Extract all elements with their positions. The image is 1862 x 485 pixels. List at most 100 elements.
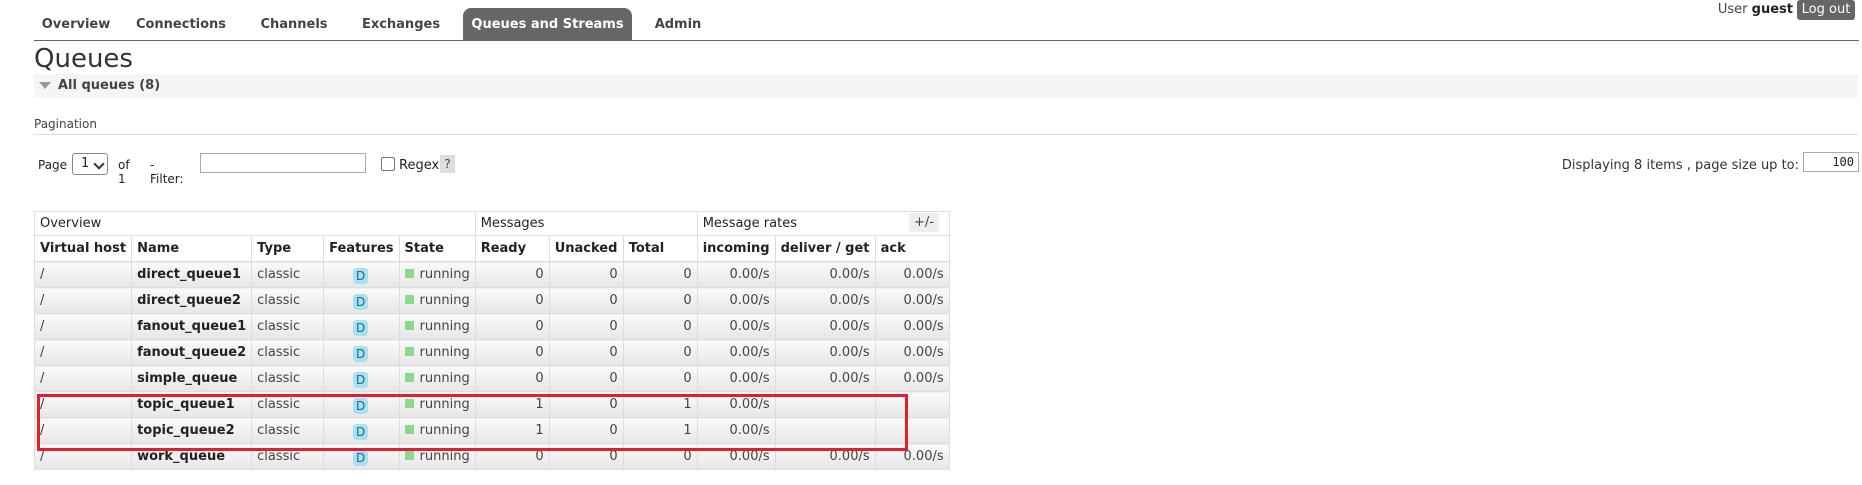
queue-name-link[interactable]: simple_queue [131, 365, 253, 392]
cell-features: D [323, 365, 400, 392]
tab-queues-and-streams[interactable]: Queues and Streams [463, 8, 632, 40]
queue-name-link[interactable]: fanout_queue1 [131, 313, 253, 340]
col-total[interactable]: Total [622, 235, 698, 262]
cell-type: classic [251, 365, 325, 392]
cell-ack: 0.00/s [874, 261, 950, 288]
group-header-messages: Messages [474, 211, 698, 236]
table-row[interactable]: / fanout_queue1 classic Drunning 0 0 0 0.00/s 0.… [33, 313, 950, 340]
cell-unacked: 0 [548, 417, 624, 444]
cell-state: running [398, 391, 476, 418]
cell-state: running [398, 339, 476, 366]
tab-channels[interactable]: Channels [246, 8, 342, 40]
queues-table: Overview Messages Message rates Virtual … [33, 211, 950, 470]
state-label: running [419, 449, 470, 464]
regex-label: Regex [399, 158, 440, 173]
state-indicator-icon [404, 451, 414, 460]
queue-name-link[interactable]: direct_queue1 [131, 261, 253, 288]
col-deliver-get[interactable]: deliver / get [774, 235, 876, 262]
collapse-triangle-icon [39, 82, 51, 89]
all-queues-section-toggle[interactable]: All queues (8) [34, 74, 1858, 98]
top-nav: Overview Connections Channels Exchanges … [34, 0, 1859, 41]
cell-deliver-get: 0.00/s [774, 287, 876, 314]
cell-virtual-host: / [33, 287, 133, 314]
tab-connections[interactable]: Connections [122, 8, 240, 40]
help-button[interactable]: ? [440, 155, 455, 173]
cell-ready: 1 [474, 391, 550, 418]
queue-name-link[interactable]: work_queue [131, 443, 253, 470]
cell-virtual-host: / [33, 261, 133, 288]
state-indicator-icon [404, 373, 414, 382]
cell-deliver-get: 0.00/s [774, 339, 876, 366]
cell-state: running [398, 443, 476, 470]
state-indicator-icon [404, 347, 414, 356]
col-state[interactable]: State [398, 235, 476, 262]
durable-badge: D [353, 423, 369, 440]
state-label: running [419, 319, 470, 334]
cell-ack [874, 417, 950, 444]
cell-features: D [323, 313, 400, 340]
tab-overview[interactable]: Overview [34, 8, 118, 40]
display-info: Displaying 8 items , page size up to: [1561, 158, 1799, 173]
col-type[interactable]: Type [251, 235, 325, 262]
logout-button[interactable]: Log out [1797, 0, 1855, 20]
cell-unacked: 0 [548, 339, 624, 366]
cell-state: running [398, 287, 476, 314]
queue-name-link[interactable]: direct_queue2 [131, 287, 253, 314]
table-row[interactable]: / simple_queue classic Drunning 0 0 0 0.00/s 0.0… [33, 365, 950, 392]
col-virtual-host[interactable]: Virtual host [33, 235, 133, 262]
cell-features: D [323, 417, 400, 444]
cell-state: running [398, 313, 476, 340]
state-label: running [419, 345, 470, 360]
cell-virtual-host: / [33, 339, 133, 366]
cell-incoming: 0.00/s [696, 443, 776, 470]
cell-ack [874, 391, 950, 418]
filter-label: - Filter: [150, 158, 184, 186]
col-ready[interactable]: Ready [474, 235, 550, 262]
cell-type: classic [251, 443, 325, 470]
col-ack[interactable]: ack [874, 235, 950, 262]
durable-badge: D [353, 293, 369, 310]
cell-incoming: 0.00/s [696, 287, 776, 314]
cell-deliver-get: 0.00/s [774, 313, 876, 340]
state-label: running [419, 423, 470, 438]
state-indicator-icon [404, 399, 414, 408]
regex-checkbox[interactable] [381, 157, 395, 171]
cell-incoming: 0.00/s [696, 261, 776, 288]
page-size-input[interactable]: 100 [1803, 152, 1859, 172]
table-row[interactable]: / direct_queue2 classic Drunning 0 0 0 0.00/s 0.… [33, 287, 950, 314]
cell-deliver-get: 0.00/s [774, 261, 876, 288]
tab-exchanges[interactable]: Exchanges [346, 8, 456, 40]
state-indicator-icon [404, 321, 414, 330]
page-select[interactable]: 1 [72, 153, 108, 175]
col-name[interactable]: Name [131, 235, 253, 262]
cell-type: classic [251, 391, 325, 418]
cell-ready: 0 [474, 261, 550, 288]
table-row[interactable]: / fanout_queue2 classic Drunning 0 0 0 0.00/s 0.… [33, 339, 950, 366]
cell-virtual-host: / [33, 391, 133, 418]
col-incoming[interactable]: incoming [696, 235, 776, 262]
cell-ready: 0 [474, 287, 550, 314]
col-features[interactable]: Features [323, 235, 400, 262]
page-title: Queues [34, 44, 133, 74]
filter-input[interactable] [200, 153, 366, 173]
state-label: running [419, 293, 470, 308]
table-row[interactable]: / direct_queue1 classic Drunning 0 0 0 0.00/s 0.… [33, 261, 950, 288]
column-toggle-button[interactable]: +/- [909, 213, 939, 232]
table-row[interactable]: / topic_queue2 classic Drunning 1 0 1 0.00/s [33, 417, 950, 444]
table-row[interactable]: / topic_queue1 classic Drunning 1 0 1 0.00/s [33, 391, 950, 418]
tab-admin[interactable]: Admin [640, 8, 716, 40]
cell-ack: 0.00/s [874, 443, 950, 470]
durable-badge: D [353, 267, 369, 284]
queue-name-link[interactable]: topic_queue1 [131, 391, 253, 418]
cell-total: 0 [622, 287, 698, 314]
cell-type: classic [251, 261, 325, 288]
cell-total: 1 [622, 417, 698, 444]
cell-type: classic [251, 313, 325, 340]
cell-state: running [398, 417, 476, 444]
queue-name-link[interactable]: fanout_queue2 [131, 339, 253, 366]
cell-ready: 0 [474, 443, 550, 470]
state-label: running [419, 371, 470, 386]
col-unacked[interactable]: Unacked [548, 235, 624, 262]
table-row[interactable]: / work_queue classic Drunning 0 0 0 0.00/s 0.00/… [33, 443, 950, 470]
queue-name-link[interactable]: topic_queue2 [131, 417, 253, 444]
